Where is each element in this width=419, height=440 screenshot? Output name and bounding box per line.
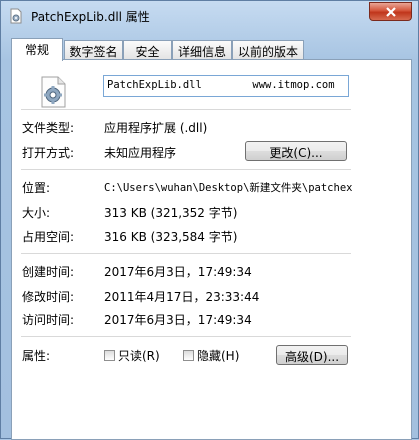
properties-window: PatchExpLib.dll 属性 常规 数字签名 安全 详细信息 以前的版本: [0, 0, 419, 440]
hidden-checkbox[interactable]: [183, 350, 194, 361]
dll-file-icon: [10, 8, 22, 24]
readonly-checkbox[interactable]: [104, 350, 115, 361]
separator: [21, 169, 351, 170]
modified-label: 修改时间:: [22, 290, 75, 304]
tab-previous-versions[interactable]: 以前的版本: [232, 40, 304, 59]
size-value: 313 KB (321,352 字节): [104, 206, 238, 220]
disk-size-label: 占用空间:: [22, 230, 75, 244]
advanced-button[interactable]: 高级(D)...: [276, 345, 348, 365]
location-value: C:\Users\wuhan\Desktop\新建文件夹\patchex: [104, 182, 353, 194]
created-value: 2017年6月3日，17:49:34: [104, 265, 252, 279]
file-type-value: 应用程序扩展 (.dll): [104, 121, 208, 135]
tab-security[interactable]: 安全: [123, 40, 172, 59]
file-name-input[interactable]: PatchExpLib.dll www.itmop.com: [103, 75, 349, 97]
hidden-label[interactable]: 隐藏(H): [197, 347, 239, 364]
size-label: 大小:: [22, 206, 51, 220]
tab-details[interactable]: 详细信息: [172, 40, 232, 59]
open-with-label: 打开方式:: [22, 146, 75, 160]
open-with-value: 未知应用程序: [104, 146, 177, 160]
close-button[interactable]: [369, 2, 412, 21]
attributes-label: 属性:: [22, 349, 51, 363]
separator: [21, 336, 351, 337]
general-tab-panel: PatchExpLib.dll www.itmop.com 文件类型: 应用程序…: [11, 59, 412, 440]
file-type-label: 文件类型:: [22, 121, 75, 135]
tab-strip: 常规 数字签名 安全 详细信息 以前的版本: [11, 38, 411, 61]
accessed-value: 2017年6月3日，17:49:34: [104, 313, 252, 327]
close-icon: [386, 7, 396, 17]
tab-digital-signatures[interactable]: 数字签名: [64, 40, 123, 59]
tab-general[interactable]: 常规: [11, 38, 63, 61]
modified-value: 2011年4月17日，23:33:44: [104, 290, 260, 304]
title-bar[interactable]: PatchExpLib.dll 属性: [1, 1, 418, 31]
location-label: 位置:: [22, 181, 51, 195]
separator: [21, 253, 351, 254]
change-button[interactable]: 更改(C)...: [245, 141, 347, 161]
dll-file-gear-icon: [41, 76, 66, 108]
created-label: 创建时间:: [22, 265, 75, 279]
disk-size-value: 316 KB (323,584 字节): [104, 230, 238, 244]
separator: [21, 109, 351, 110]
window-title: PatchExpLib.dll 属性: [31, 10, 150, 24]
readonly-label[interactable]: 只读(R): [118, 347, 160, 364]
accessed-label: 访问时间:: [22, 313, 75, 327]
